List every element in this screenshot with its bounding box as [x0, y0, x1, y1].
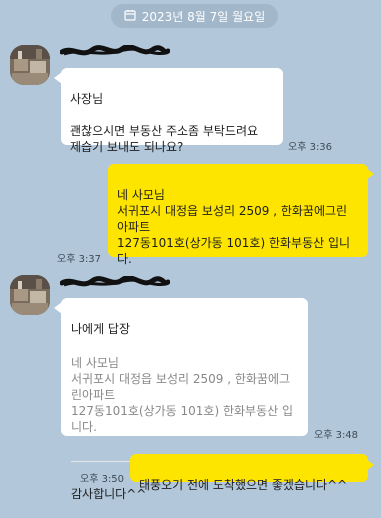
- message-bubble-incoming[interactable]: 사장님 괜찮으시면 부동산 주소좀 부탁드려요 제습기 보내도 되나요?: [61, 68, 283, 154]
- message-bubble-incoming-reply[interactable]: 나에게 답장 네 사모님 서귀포시 대정읍 보성리 2509 , 한화꿈에그 린…: [61, 298, 308, 501]
- date-separator: 2023년 8월 7일 월요일: [111, 4, 278, 28]
- quoted-message[interactable]: 네 사모님 서귀포시 대정읍 보성리 2509 , 한화꿈에그 린아파트 127…: [71, 355, 298, 435]
- reply-label: 나에게 답장: [71, 322, 131, 336]
- message-time: 오후 3:48: [314, 430, 359, 441]
- message-bubble-outgoing[interactable]: 태풍오기 전에 도착했으면 좋겠습니다^^: [130, 454, 368, 492]
- message-time: 오후 3:37: [57, 254, 102, 265]
- message-text: 사장님 괜찮으시면 부동산 주소좀 부탁드려요 제습기 보내도 되나요?: [70, 92, 259, 154]
- sender-avatar[interactable]: [10, 45, 50, 85]
- redacted-sender-name: [60, 276, 170, 287]
- message-bubble-outgoing[interactable]: 네 사모님 서귀포시 대정읍 보성리 2509 , 한화꿈에그린 아파트 127…: [108, 164, 368, 266]
- message-text: 네 사모님 서귀포시 대정읍 보성리 2509 , 한화꿈에그린 아파트 127…: [117, 188, 351, 266]
- sender-avatar[interactable]: [10, 275, 50, 315]
- calendar-icon: [124, 9, 136, 24]
- date-label: 2023년 8월 7일 월요일: [141, 9, 266, 24]
- message-time: 오후 3:36: [288, 142, 333, 153]
- profile-photo-icon: [10, 45, 50, 85]
- redacted-sender-name: [60, 45, 170, 56]
- message-time: 오후 3:50: [80, 474, 125, 485]
- profile-photo-icon: [10, 275, 50, 315]
